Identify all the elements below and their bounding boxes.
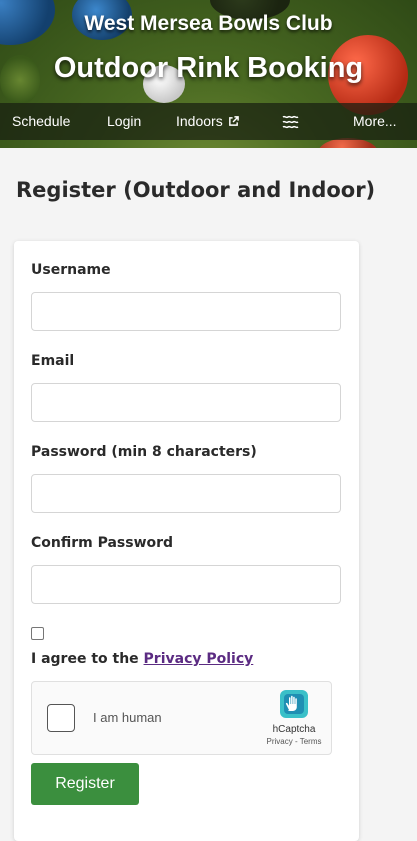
captcha-label: I am human [93,710,162,725]
nav-item-more[interactable]: More... [353,103,397,140]
agree-prefix: I agree to the [31,651,144,667]
hamburger-icon[interactable] [282,103,300,140]
nav-item-label: Login [107,113,142,129]
nav-item-label: Indoors [176,113,223,129]
username-label: Username [31,262,111,278]
email-input[interactable] [31,383,341,422]
privacy-policy-link[interactable]: Privacy Policy [144,651,254,667]
email-label: Email [31,353,75,369]
captcha-brand: hCaptcha [272,724,316,735]
confirm-password-label: Confirm Password [31,535,174,551]
hcaptcha-logo-icon [278,690,310,720]
header-banner: West Mersea Bowls Club Outdoor Rink Book… [0,0,417,148]
register-button[interactable]: Register [31,763,139,805]
privacy-agree-checkbox[interactable] [31,627,44,640]
password-input[interactable] [31,474,341,513]
captcha-checkbox[interactable] [47,704,75,732]
main-nav: Schedule Login Indoors More... [0,103,417,140]
nav-item-login[interactable]: Login [107,103,141,140]
nav-item-indoors[interactable]: Indoors [176,103,239,140]
password-label: Password (min 8 characters) [31,444,257,460]
privacy-agree-label: I agree to the Privacy Policy [31,651,253,667]
site-title: Outdoor Rink Booking [53,52,364,84]
club-name: West Mersea Bowls Club [84,12,333,35]
confirm-password-input[interactable] [31,565,341,604]
captcha-legal-links[interactable]: Privacy - Terms [262,737,326,746]
nav-item-label: More... [353,113,397,129]
hcaptcha-widget: I am human hCaptcha Privacy - Terms [31,681,332,755]
external-link-icon [228,104,239,141]
nav-item-label: Schedule [12,113,71,129]
page-title: Register (Outdoor and Indoor) [16,178,376,202]
username-input[interactable] [31,292,341,331]
nav-item-schedule[interactable]: Schedule [12,103,70,140]
